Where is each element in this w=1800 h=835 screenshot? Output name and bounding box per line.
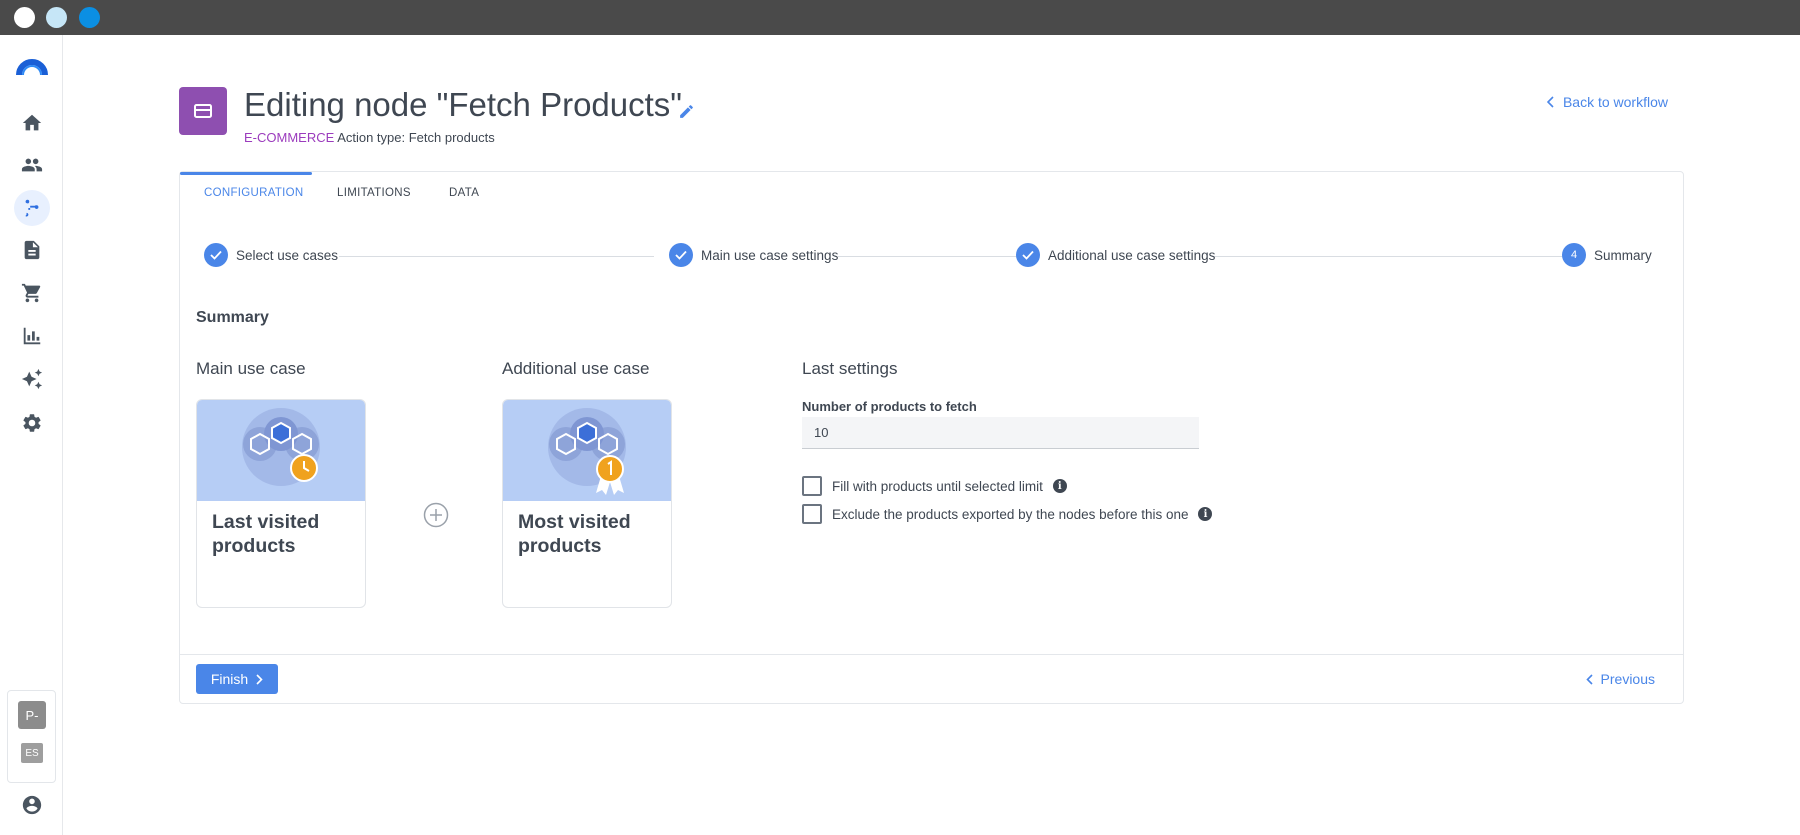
sidebar-item-analytics[interactable] bbox=[14, 318, 50, 354]
active-tab-indicator bbox=[180, 172, 312, 175]
plus-circle-icon bbox=[423, 502, 449, 528]
gear-icon bbox=[23, 414, 41, 432]
app-logo-icon[interactable] bbox=[16, 55, 48, 77]
main-use-case-card[interactable]: Last visited products bbox=[196, 399, 366, 608]
step-additional-use-case-settings[interactable]: Additional use case settings bbox=[1016, 243, 1215, 267]
page-title: Editing node "Fetch Products" bbox=[244, 86, 683, 123]
card-footer-divider bbox=[180, 654, 1683, 655]
fill-products-option[interactable]: Fill with products until selected limit … bbox=[802, 476, 1067, 496]
step-label: Select use cases bbox=[236, 247, 339, 263]
back-to-workflow-link[interactable]: Back to workflow bbox=[1546, 94, 1668, 110]
window-maximize-button[interactable] bbox=[79, 7, 100, 28]
chevron-left-icon bbox=[1585, 673, 1593, 685]
chevron-right-icon bbox=[256, 673, 263, 685]
additional-use-case-heading: Additional use case bbox=[502, 359, 650, 378]
exclude-products-checkbox[interactable] bbox=[802, 504, 822, 524]
check-icon bbox=[1016, 243, 1040, 267]
fill-products-checkbox[interactable] bbox=[802, 476, 822, 496]
stepper-connector bbox=[339, 256, 654, 257]
additional-use-case-label: Most visited products bbox=[518, 511, 631, 557]
sidebar-item-settings[interactable] bbox=[14, 405, 50, 441]
node-action-type: Action type: Fetch products bbox=[337, 130, 495, 145]
finish-label: Finish bbox=[210, 671, 249, 687]
sparkle-icon bbox=[21, 368, 43, 390]
sidebar-item-ai[interactable] bbox=[14, 361, 50, 397]
previous-button[interactable]: Previous bbox=[1585, 671, 1655, 687]
window-minimize-button[interactable] bbox=[46, 7, 67, 28]
tab-configuration[interactable]: CONFIGURATION bbox=[204, 187, 304, 199]
node-category: E-COMMERCE bbox=[244, 130, 335, 145]
additional-use-case-card[interactable]: Most visited products bbox=[502, 399, 672, 608]
bar-chart-icon bbox=[23, 327, 41, 345]
sidebar-item-people[interactable] bbox=[14, 147, 50, 183]
workflow-icon bbox=[25, 199, 39, 217]
products-to-fetch-input[interactable] bbox=[802, 417, 1199, 449]
back-to-workflow-label: Back to workflow bbox=[1562, 94, 1668, 110]
last-visited-products-icon bbox=[242, 408, 320, 486]
info-icon[interactable]: i bbox=[1198, 507, 1213, 521]
fill-products-label: Fill with products until selected limit bbox=[832, 478, 1043, 494]
step-label: Additional use case settings bbox=[1048, 247, 1216, 263]
info-icon[interactable]: i bbox=[1052, 479, 1067, 493]
language-badge[interactable]: ES bbox=[21, 743, 43, 763]
tab-data[interactable]: DATA bbox=[449, 187, 479, 199]
summary-title: Summary bbox=[196, 309, 269, 326]
node-subtitle: E-COMMERCE Action type: Fetch products bbox=[244, 130, 495, 145]
user-avatar[interactable]: P- bbox=[18, 701, 46, 729]
document-icon bbox=[24, 240, 40, 260]
window-close-button[interactable] bbox=[14, 7, 35, 28]
use-case-illustration bbox=[503, 400, 671, 501]
use-case-illustration bbox=[197, 400, 365, 501]
main-use-case-heading: Main use case bbox=[196, 359, 306, 378]
sidebar-item-documents[interactable] bbox=[14, 232, 50, 268]
step-number: 4 bbox=[1562, 243, 1586, 267]
sidebar-item-workflow[interactable] bbox=[14, 190, 50, 226]
home-icon bbox=[22, 114, 42, 131]
node-type-icon bbox=[179, 87, 227, 135]
check-icon bbox=[669, 243, 693, 267]
card-icon bbox=[194, 104, 212, 118]
user-switcher[interactable]: P- ES bbox=[7, 690, 56, 783]
products-to-fetch-label: Number of products to fetch bbox=[802, 399, 977, 414]
finish-button[interactable]: Finish bbox=[196, 664, 278, 694]
main-use-case-label: Last visited products bbox=[212, 511, 320, 557]
step-label: Summary bbox=[1594, 247, 1652, 263]
sidebar-item-home[interactable] bbox=[14, 105, 50, 141]
pencil-icon[interactable] bbox=[678, 103, 695, 120]
previous-label: Previous bbox=[1600, 671, 1655, 687]
exclude-products-label: Exclude the products exported by the nod… bbox=[832, 506, 1189, 522]
exclude-products-option[interactable]: Exclude the products exported by the nod… bbox=[802, 504, 1213, 524]
step-main-use-case-settings[interactable]: Main use case settings bbox=[669, 243, 838, 267]
stepper-connector bbox=[838, 256, 1021, 257]
stepper-connector bbox=[1214, 256, 1568, 257]
account-circle-icon bbox=[22, 795, 42, 815]
chevron-left-icon bbox=[1546, 96, 1554, 108]
tab-limitations[interactable]: LIMITATIONS bbox=[337, 187, 411, 199]
node-config-card: CONFIGURATION LIMITATIONS DATA Select us… bbox=[179, 171, 1684, 704]
step-summary[interactable]: 4 Summary bbox=[1562, 243, 1652, 267]
step-select-use-cases[interactable]: Select use cases bbox=[204, 243, 338, 267]
people-icon bbox=[21, 158, 43, 172]
check-icon bbox=[204, 243, 228, 267]
most-visited-products-icon bbox=[548, 408, 626, 495]
sidebar: P- ES bbox=[0, 35, 63, 835]
step-label: Main use case settings bbox=[701, 247, 839, 263]
sidebar-item-account[interactable] bbox=[14, 787, 50, 823]
cart-icon bbox=[21, 283, 41, 303]
window-titlebar bbox=[0, 0, 1800, 35]
sidebar-item-ecommerce[interactable] bbox=[14, 275, 50, 311]
last-settings-heading: Last settings bbox=[802, 359, 898, 378]
